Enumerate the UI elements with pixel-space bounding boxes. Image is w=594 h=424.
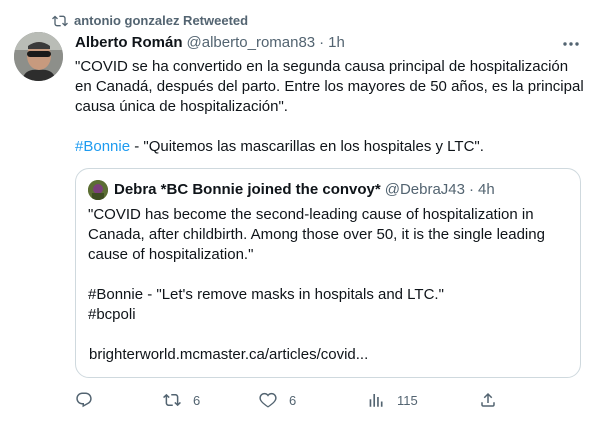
hashtag-link[interactable]: #Bonnie xyxy=(75,138,130,155)
tweet-paragraph-2-text: - "Quitemos las mascarillas en los hospi… xyxy=(130,138,484,155)
views-icon xyxy=(369,394,383,407)
share-icon xyxy=(481,392,495,407)
quote-text: "COVID has become the second-leading cau… xyxy=(88,205,568,325)
avatar[interactable] xyxy=(14,32,63,81)
quote-avatar[interactable] xyxy=(88,180,108,200)
quote-paragraph-2: #Bonnie - "Let's remove masks in hospita… xyxy=(88,286,444,323)
reply-icon xyxy=(76,392,92,408)
quote-separator: · xyxy=(469,181,474,198)
views-count: 115 xyxy=(397,392,418,408)
like-count: 6 xyxy=(289,392,297,408)
action-bar: 6 6 115 xyxy=(75,388,505,412)
more-icon xyxy=(563,42,579,46)
share-button[interactable] xyxy=(479,388,497,412)
author-handle[interactable]: @alberto_roman83 xyxy=(187,34,316,51)
tweet-paragraph-1: "COVID se ha convertido en la segunda ca… xyxy=(75,58,584,115)
retweet-button[interactable]: 6 xyxy=(163,388,200,412)
retweet-icon xyxy=(52,15,68,27)
avatar-image xyxy=(14,32,63,81)
tweet-text: "COVID se ha convertido en la segunda ca… xyxy=(75,57,585,157)
like-icon xyxy=(259,392,277,408)
tweet-paragraph-2: #Bonnie - "Quitemos las mascarillas en l… xyxy=(75,137,585,157)
retweet-icon xyxy=(163,393,181,407)
retweeted-by-text: antonio gonzalez Retweeted xyxy=(74,13,249,28)
quote-time[interactable]: 4h xyxy=(478,181,495,198)
quote-author-name[interactable]: Debra *BC Bonnie joined the convoy* xyxy=(114,181,381,198)
views-button[interactable]: 115 xyxy=(367,388,418,412)
like-button[interactable]: 6 xyxy=(259,388,296,412)
reply-button[interactable] xyxy=(75,388,105,412)
quoted-tweet[interactable]: Debra *BC Bonnie joined the convoy* @Deb… xyxy=(75,168,581,378)
quote-link[interactable]: brighterworld.mcmaster.ca/articles/covid… xyxy=(89,346,368,363)
more-button[interactable] xyxy=(560,35,582,53)
author-name[interactable]: Alberto Román xyxy=(75,34,183,51)
retweet-count: 6 xyxy=(193,392,201,408)
separator: · xyxy=(319,34,325,51)
quote-author-handle[interactable]: @DebraJ43 xyxy=(385,181,465,198)
quote-avatar-image xyxy=(88,180,108,200)
quote-paragraph-1: "COVID has become the second-leading cau… xyxy=(88,206,545,263)
tweet-header: Alberto Román @alberto_roman83 · 1h xyxy=(75,34,345,51)
quote-header: Debra *BC Bonnie joined the convoy* @Deb… xyxy=(114,181,495,198)
tweet-time[interactable]: 1h xyxy=(328,34,345,51)
